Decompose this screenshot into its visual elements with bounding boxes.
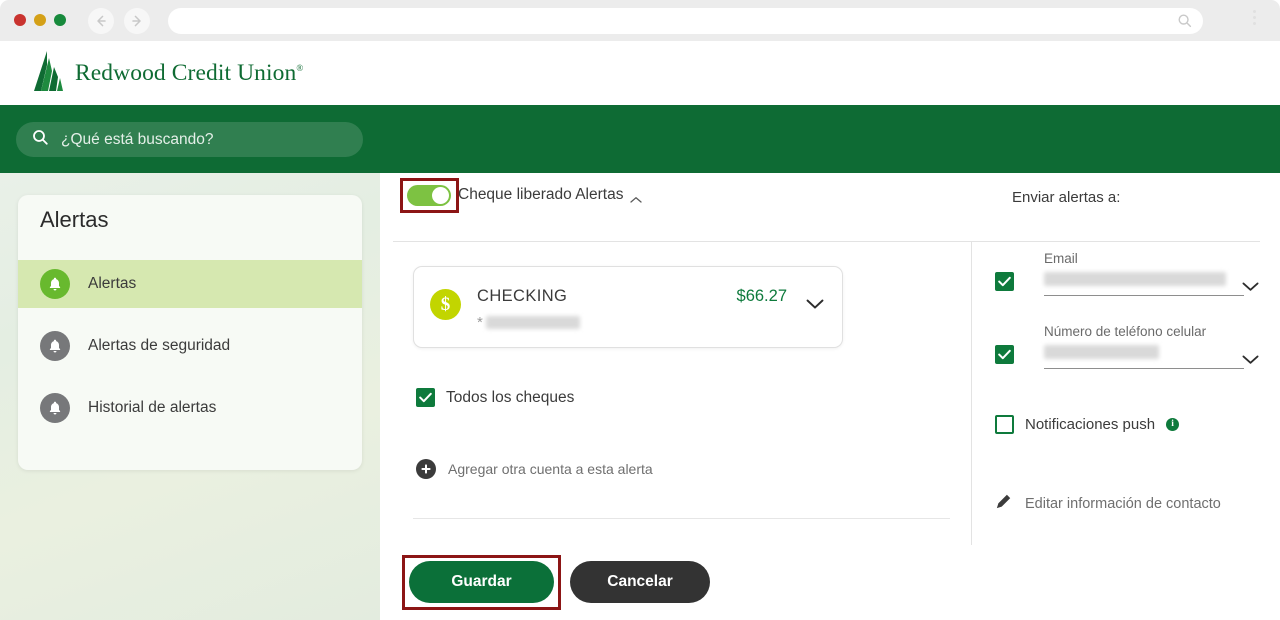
maximize-window-button[interactable] — [54, 14, 66, 26]
cancel-button[interactable]: Cancelar — [570, 561, 710, 603]
email-label: Email — [1044, 251, 1078, 266]
alert-title: Cheque liberado Alertas — [458, 186, 624, 203]
chevron-down-icon[interactable] — [1242, 279, 1259, 297]
pencil-icon — [995, 493, 1012, 515]
email-checkbox[interactable] — [995, 272, 1014, 291]
phone-field[interactable]: Número de teléfono celular — [1044, 324, 1259, 369]
bell-icon — [40, 393, 70, 423]
delivery-channel-email[interactable]: Email — [995, 251, 1259, 296]
app-screen: Redwood Credit Union® Ver mis Cuentas Mo… — [0, 0, 1280, 620]
bell-icon — [40, 331, 70, 361]
window-traffic-lights — [14, 14, 66, 26]
sidebar-item-alertas-de-seguridad[interactable]: Alertas de seguridad — [18, 322, 362, 370]
primary-navbar: Ver mis Cuentas Mover Dinero — [0, 105, 1280, 265]
account-balance: $66.27 — [736, 287, 787, 305]
all-checks-label: Todos los cheques — [446, 388, 575, 406]
redwood-tree-logo — [34, 51, 63, 91]
account-number: * — [477, 314, 580, 331]
account-mask-prefix: * — [477, 314, 483, 331]
delivery-title: Enviar alertas a: — [1012, 189, 1121, 206]
sidebar-item-label: Alertas — [88, 275, 137, 292]
sidebar-item-label: Historial de alertas — [88, 399, 217, 416]
brand-trademark: ® — [296, 62, 304, 73]
sidebar-item-alertas[interactable]: Alertas — [18, 260, 362, 308]
push-notifications-label: Notificaciones push — [1025, 416, 1156, 433]
brand-logo[interactable]: Redwood Credit Union® — [33, 51, 303, 95]
save-button[interactable]: Guardar — [409, 561, 554, 603]
alert-enabled-toggle[interactable] — [407, 185, 451, 206]
site-header: Redwood Credit Union® — [0, 41, 1280, 105]
sidebar-item-label: Alertas de seguridad — [88, 337, 231, 354]
toggle-knob — [432, 187, 449, 204]
chevron-down-icon[interactable] — [1242, 352, 1259, 370]
push-notifications-row[interactable]: Notificaciones push i — [995, 415, 1180, 434]
edit-contact-link[interactable]: Editar información de contacto — [995, 493, 1221, 515]
info-icon[interactable]: i — [1166, 418, 1180, 431]
phone-value-redacted — [1044, 345, 1159, 359]
site-search[interactable] — [16, 122, 363, 157]
phone-checkbox[interactable] — [995, 345, 1014, 364]
add-account-link[interactable]: Agregar otra cuenta a esta alerta — [416, 459, 653, 479]
phone-value — [1044, 345, 1259, 360]
panel-vertical-divider — [971, 241, 972, 545]
sidebar-title: Alertas — [40, 207, 109, 232]
search-icon — [32, 129, 49, 151]
email-field[interactable]: Email — [1044, 251, 1259, 296]
account-name: CHECKING — [477, 287, 568, 305]
dollar-badge-icon: $ — [430, 289, 461, 320]
forward-button[interactable] — [124, 8, 150, 34]
caret-up-icon[interactable] — [630, 191, 642, 209]
close-window-button[interactable] — [14, 14, 26, 26]
email-underline — [1044, 295, 1244, 296]
sidebar-item-historial-de-alertas[interactable]: Historial de alertas — [18, 384, 362, 432]
alerts-nav-card: Alertas Alertas Alertas de seguridad His… — [18, 195, 362, 470]
push-notifications-checkbox[interactable] — [995, 415, 1014, 434]
chevron-down-icon[interactable] — [806, 297, 824, 315]
email-value-redacted — [1044, 272, 1226, 286]
main-content: Cheque liberado Alertas $ CHECKING * $66… — [380, 173, 1280, 620]
back-button[interactable] — [88, 8, 114, 34]
phone-underline — [1044, 368, 1244, 369]
arrow-left-icon — [97, 15, 106, 27]
section-divider-top — [393, 241, 1260, 242]
edit-contact-label: Editar información de contacto — [1025, 496, 1221, 512]
search-input[interactable] — [61, 130, 341, 149]
all-checks-row[interactable]: Todos los cheques — [416, 388, 574, 407]
email-value — [1044, 272, 1259, 287]
account-card[interactable]: $ CHECKING * $66.27 — [413, 266, 843, 348]
bell-icon — [40, 269, 70, 299]
sidebar: Alertas Alertas Alertas de seguridad His… — [0, 173, 380, 620]
browser-chrome — [0, 0, 1280, 41]
all-checks-checkbox[interactable] — [416, 388, 435, 407]
account-number-redacted — [485, 316, 580, 329]
section-divider-bottom — [413, 518, 950, 519]
phone-label: Número de teléfono celular — [1044, 324, 1207, 339]
search-icon — [1177, 13, 1193, 34]
plus-circle-icon — [416, 459, 436, 479]
kebab-menu-icon[interactable] — [1253, 10, 1256, 25]
add-account-label: Agregar otra cuenta a esta alerta — [448, 461, 653, 477]
address-bar[interactable] — [168, 8, 1203, 34]
arrow-right-icon — [132, 15, 141, 27]
brand-name: Redwood Credit Union® — [75, 59, 304, 86]
delivery-channel-phone[interactable]: Número de teléfono celular — [995, 324, 1259, 369]
minimize-window-button[interactable] — [34, 14, 46, 26]
